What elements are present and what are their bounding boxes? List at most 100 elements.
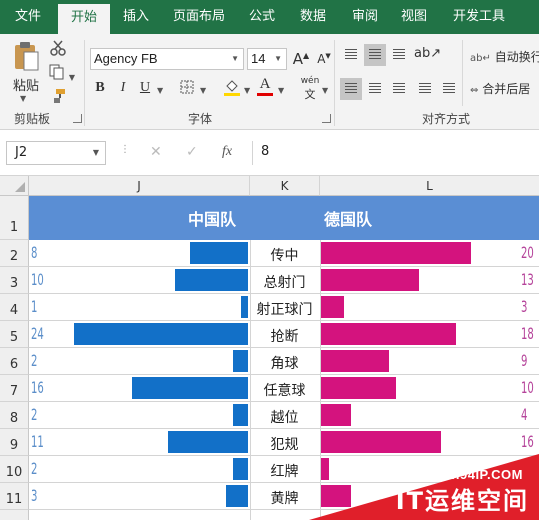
value-label-left: 24 (31, 324, 44, 343)
row-gridline (29, 293, 539, 294)
font-launcher-icon[interactable] (322, 114, 331, 123)
phonetic-icon: 文 (304, 88, 316, 101)
category-label: 射正球门 (256, 302, 313, 318)
bar-right (321, 377, 396, 399)
value-label-left: 8 (31, 243, 38, 262)
align-right-icon[interactable] (388, 78, 410, 100)
border-icon[interactable] (178, 80, 196, 98)
row-header[interactable]: 11 (0, 483, 29, 510)
increase-indent-icon[interactable] (438, 78, 460, 100)
value-label-left: 2 (31, 459, 38, 478)
align-top-icon[interactable] (340, 44, 362, 66)
merge-icon: ⇔ (470, 85, 479, 96)
select-all-corner[interactable] (0, 176, 29, 196)
row-header[interactable]: 2 (0, 240, 29, 267)
font-size-value: 14 (251, 51, 266, 66)
italic-button[interactable]: I (115, 80, 131, 96)
row-header[interactable]: 8 (0, 402, 29, 429)
fill-color-dropdown-icon[interactable]: ▼ (244, 86, 250, 95)
column-header-j[interactable]: J (29, 176, 250, 196)
font-size-select[interactable]: 14 ▼ (247, 48, 287, 70)
name-box[interactable]: J2 ▼ (6, 141, 106, 165)
row-header[interactable]: 6 (0, 348, 29, 375)
bar-left (168, 431, 248, 453)
row-header[interactable] (0, 510, 29, 520)
worksheet-grid: J K L 1 中国队 德国队 2 8 20 传中 3 10 13 总射门 4 1 3 射正球门 5 24… (0, 176, 539, 520)
tab-developer[interactable]: 开发工具 (442, 0, 516, 34)
copy-icon[interactable]: ▼ (48, 64, 76, 84)
format-painter-icon[interactable] (48, 88, 68, 108)
tab-formulas[interactable]: 公式 (240, 0, 284, 34)
value-label-left: 3 (31, 486, 38, 505)
insert-function-icon[interactable]: fx (222, 144, 232, 160)
bar-right (321, 242, 471, 264)
row-header[interactable]: 9 (0, 429, 29, 456)
bar-left (190, 242, 248, 264)
tab-home[interactable]: 开始 (58, 4, 110, 34)
value-label-right: 20 (521, 243, 534, 262)
bar-left (241, 296, 248, 318)
phonetic-guide-button[interactable]: wén 文 (296, 76, 324, 102)
font-color-dropdown-icon[interactable]: ▼ (278, 86, 284, 95)
paste-dropdown-icon[interactable]: ▼ (20, 94, 26, 103)
merge-center-button[interactable]: ⇔ 合并后居 (470, 80, 539, 97)
underline-button[interactable]: U (137, 80, 153, 96)
phonetic-dropdown-icon[interactable]: ▼ (322, 86, 328, 95)
decrease-font-icon[interactable]: A▼ (314, 52, 334, 66)
column-header-l[interactable]: L (320, 176, 539, 196)
font-color-swatch (257, 93, 273, 96)
tab-view[interactable]: 视图 (392, 0, 436, 34)
bar-right (321, 323, 456, 345)
align-center-icon[interactable] (364, 78, 386, 100)
align-middle-icon[interactable] (364, 44, 386, 66)
bold-button[interactable]: B (92, 80, 108, 96)
cut-icon[interactable] (48, 40, 68, 60)
border-dropdown-icon[interactable]: ▼ (200, 86, 206, 95)
wrap-text-button[interactable]: ab↵ 自动换行 (470, 48, 539, 65)
value-label-left: 2 (31, 405, 38, 424)
category-label: 总射门 (263, 275, 306, 291)
tab-page-layout[interactable]: 页面布局 (164, 0, 234, 34)
tab-insert[interactable]: 插入 (114, 0, 158, 34)
enter-icon[interactable]: ✓ (186, 144, 198, 160)
align-bottom-icon[interactable] (388, 44, 410, 66)
row-header[interactable]: 4 (0, 294, 29, 321)
decrease-indent-icon[interactable] (414, 78, 436, 100)
row-header[interactable]: 5 (0, 321, 29, 348)
tab-file[interactable]: 文件 (4, 0, 52, 34)
orientation-icon[interactable]: ab↗ (414, 46, 441, 61)
chevron-down-icon: ▼ (274, 54, 282, 63)
row-header[interactable]: 1 (0, 196, 29, 240)
value-label-left: 11 (31, 432, 44, 451)
alignment-group-label: 对齐方式 (422, 112, 471, 126)
font-color-button[interactable]: A (256, 76, 274, 96)
watermark-name: IT运维空间 (395, 487, 529, 515)
chevron-down-icon: ▼ (231, 54, 239, 63)
font-color-glyph: A (259, 76, 271, 92)
bar-left (132, 377, 248, 399)
row-header[interactable]: 7 (0, 375, 29, 402)
value-label-left: 10 (31, 270, 44, 289)
value-label-left: 1 (31, 297, 38, 316)
ribbon-tabs: 文件 开始 插入 页面布局 公式 数据 审阅 视图 开发工具 (0, 0, 539, 34)
wrap-text-icon: ab↵ (470, 53, 491, 64)
value-label-right: 18 (521, 324, 534, 343)
row-header[interactable]: 10 (0, 456, 29, 483)
row-header[interactable]: 3 (0, 267, 29, 294)
value-label-left: 16 (31, 378, 44, 397)
fill-color-icon[interactable] (222, 78, 242, 98)
clipboard-launcher-icon[interactable] (73, 114, 82, 123)
increase-font-icon[interactable]: A▲ (291, 50, 311, 68)
more-options-icon[interactable]: ⋮ (120, 144, 130, 155)
font-family-value: Agency FB (94, 51, 158, 66)
cancel-icon[interactable]: ✕ (150, 144, 162, 160)
column-header-k[interactable]: K (250, 176, 320, 196)
formula-input[interactable]: 8 (252, 141, 539, 165)
row-gridline (29, 401, 539, 402)
watermark-url: WWW.94IP.COM (418, 467, 523, 482)
align-left-icon[interactable] (340, 78, 362, 100)
underline-dropdown-icon[interactable]: ▼ (157, 86, 163, 95)
tab-data[interactable]: 数据 (290, 0, 336, 34)
font-family-select[interactable]: Agency FB ▼ (90, 48, 244, 70)
tab-review[interactable]: 审阅 (342, 0, 388, 34)
